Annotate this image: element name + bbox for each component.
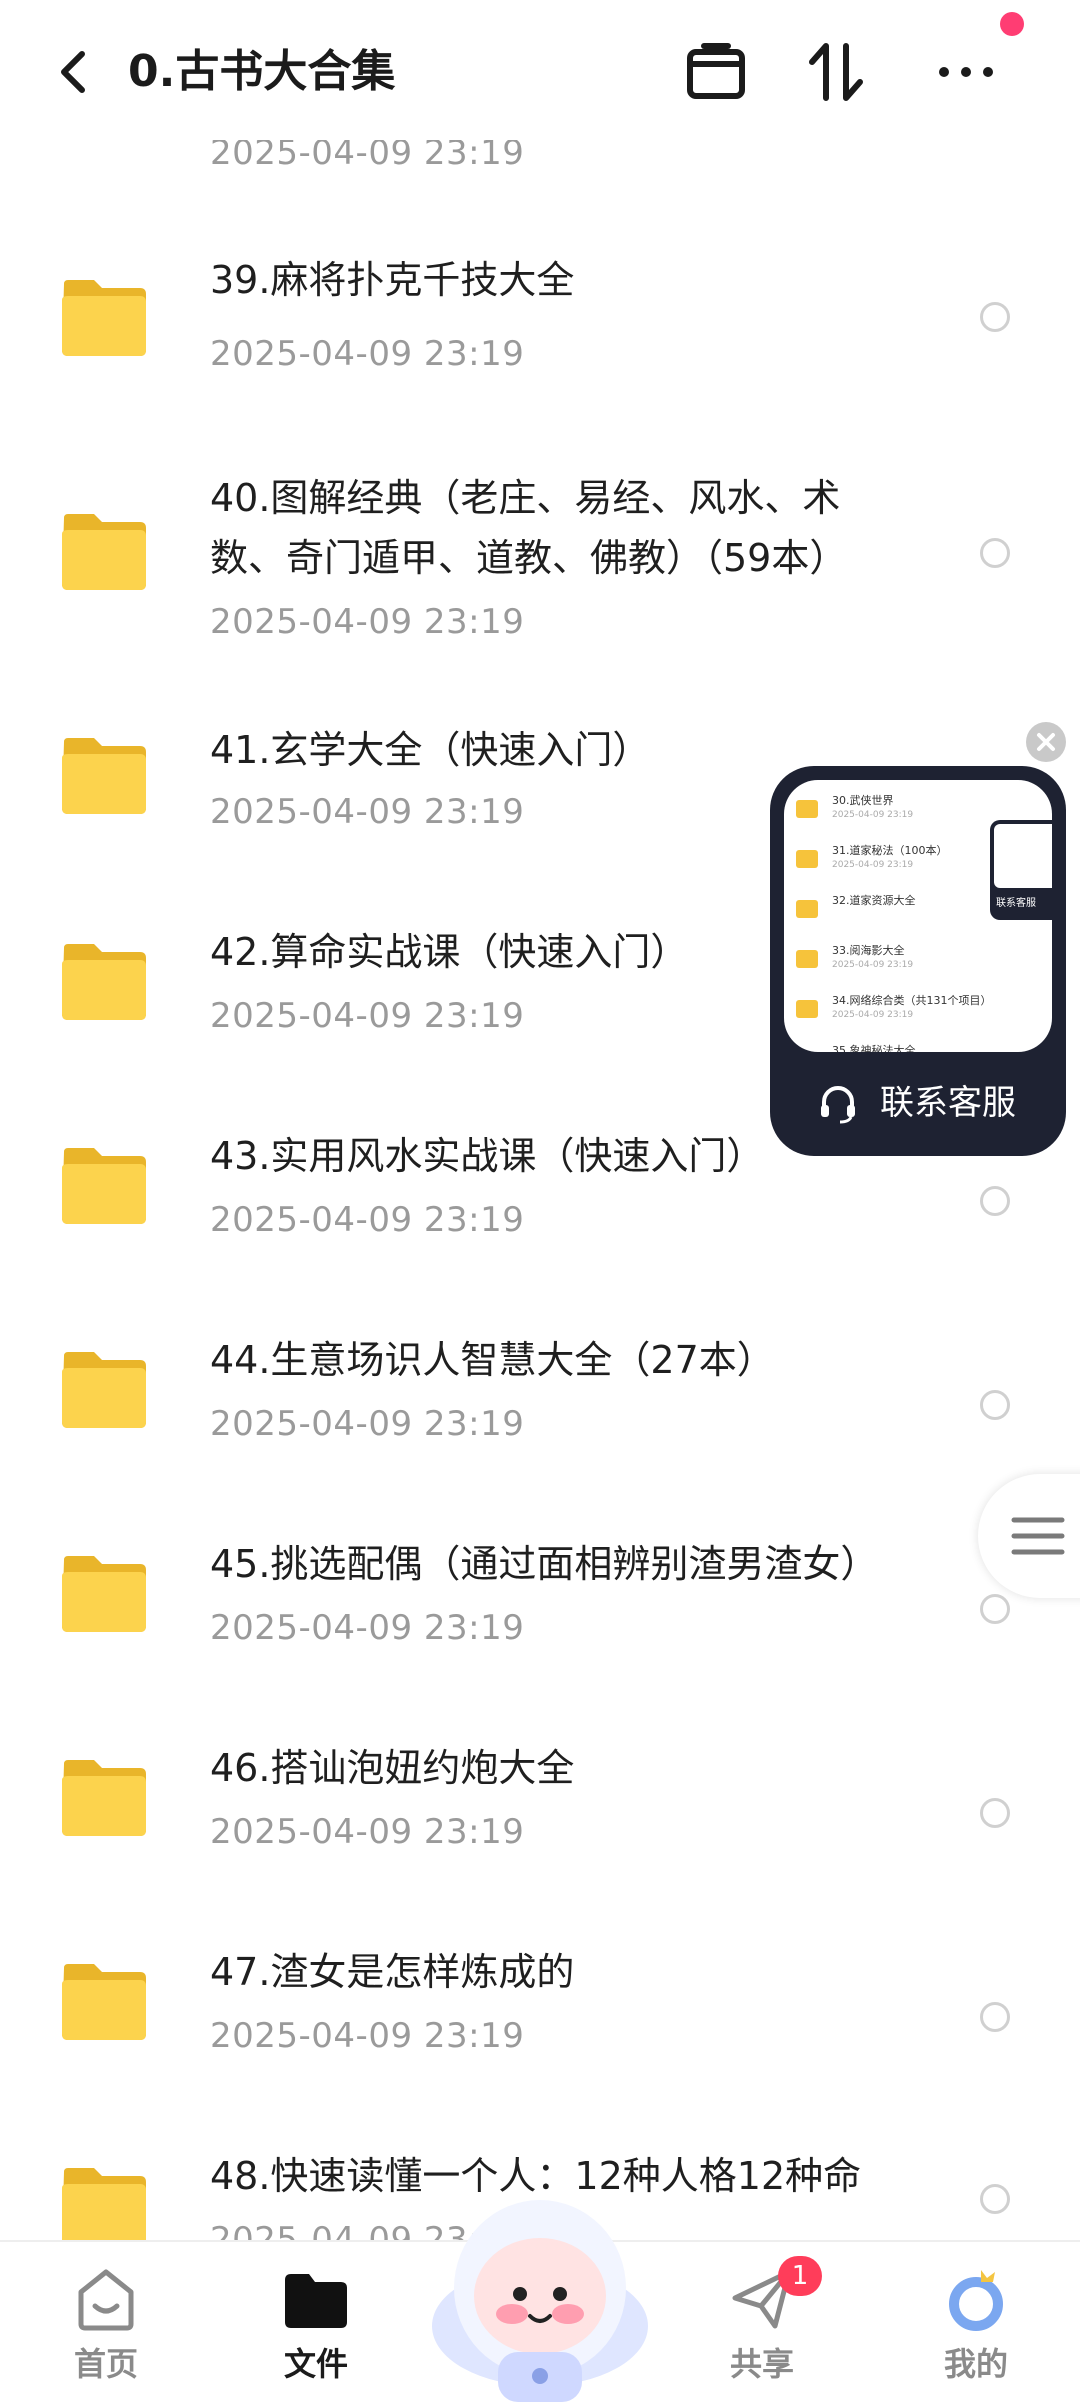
folder-icon xyxy=(796,950,818,968)
item-name: 46.搭讪泡妞约炮大全 xyxy=(210,1746,575,1790)
item-name: 39.麻将扑克千技大全 xyxy=(210,258,575,302)
folder-icon xyxy=(796,800,818,818)
mini-list-item: 35.象神秘法大全 xyxy=(784,1036,1052,1052)
mini-date: 2025-04-09 23:19 xyxy=(832,810,914,820)
list-item[interactable]: 47.渣女是怎样炼成的 2025-04-09 23:19 xyxy=(0,1942,1080,2142)
notification-dot xyxy=(1000,12,1024,36)
chevron-left-icon[interactable] xyxy=(48,40,96,104)
mini-date: 2025-04-09 23:19 xyxy=(832,1010,914,1020)
item-date: 2025-04-09 23:19 xyxy=(210,602,525,642)
mini-date: 2025-04-09 23:19 xyxy=(832,860,914,870)
select-radio[interactable] xyxy=(980,1594,1010,1624)
folder-icon xyxy=(62,2168,146,2240)
share-badge: 1 xyxy=(778,2256,822,2296)
item-date: 2025-04-09 23:19 xyxy=(210,2016,525,2056)
mini-list-item: 34.网络综合类（共131个项目） 2025-04-09 23:19 xyxy=(784,986,1052,1040)
archive-box-icon[interactable] xyxy=(680,40,752,104)
folder-icon xyxy=(796,850,818,868)
folder-icon xyxy=(62,1352,146,1428)
folder-icon xyxy=(62,1148,146,1224)
select-radio[interactable] xyxy=(980,302,1010,332)
nav-profile[interactable]: 我的 xyxy=(896,2242,1056,2404)
folder-icon xyxy=(62,944,146,1020)
list-item[interactable]: 39.麻将扑克千技大全 2025-04-09 23:19 xyxy=(0,250,1080,450)
select-radio[interactable] xyxy=(980,1798,1010,1828)
select-radio[interactable] xyxy=(980,1186,1010,1216)
home-face-icon xyxy=(78,2269,134,2331)
folder-icon xyxy=(62,1556,146,1632)
folder-icon xyxy=(62,1964,146,2040)
item-name: 40.图解经典（老庄、易经、风水、术数、奇门遁甲、道教、佛教）（59本） xyxy=(210,476,848,580)
mascot-assistant-button[interactable] xyxy=(428,2176,652,2402)
sort-arrows-icon[interactable] xyxy=(802,40,874,104)
menu-lines-icon xyxy=(1011,1517,1065,1555)
select-radio[interactable] xyxy=(980,1390,1010,1420)
item-date: 2025-04-09 23:19 xyxy=(210,792,525,832)
more-dots-icon[interactable] xyxy=(930,40,1002,104)
mini-title: 32.道家资源大全 xyxy=(832,894,916,907)
mini-title: 34.网络综合类（共131个项目） xyxy=(832,994,992,1007)
select-radio[interactable] xyxy=(980,2184,1010,2214)
top-app-bar: 0.古书大合集 xyxy=(0,0,1080,140)
mini-title: 35.象神秘法大全 xyxy=(832,1044,916,1052)
list-item[interactable]: 43.实用风水实战课（快速入门） 2025-04-09 23:19 xyxy=(0,1126,1080,1326)
mini-title: 31.道家秘法（100本） xyxy=(832,844,948,857)
nav-home[interactable]: 首页 xyxy=(26,2242,186,2404)
nav-label: 我的 xyxy=(943,2345,1008,2383)
item-date: 2025-04-09 23:19 xyxy=(210,1812,525,1852)
list-item[interactable]: 45.挑选配偶（通过面相辨别渣男渣女） 2025-04-09 23:19 xyxy=(0,1534,1080,1734)
list-item[interactable]: 40.图解经典（老庄、易经、风水、术数、奇门遁甲、道教、佛教）（59本） 202… xyxy=(0,468,1080,668)
mini-date: 2025-04-09 23:19 xyxy=(832,960,914,970)
close-icon xyxy=(1037,733,1055,751)
mini-title: 30.武侠世界 xyxy=(832,794,894,807)
select-radio[interactable] xyxy=(980,2002,1010,2032)
contact-service-label: 联系客服 xyxy=(880,1083,1016,1123)
item-name: 44.生意场识人智慧大全（27本） xyxy=(210,1338,775,1382)
nav-label: 共享 xyxy=(729,2345,794,2383)
cs-thumbnail: 联系客服 xyxy=(990,820,1052,920)
item-name: 47.渣女是怎样炼成的 xyxy=(210,1950,575,1994)
nav-label: 文件 xyxy=(283,2345,348,2383)
item-date: 2025-04-09 23:19 xyxy=(210,334,525,374)
item-date: 2025-04-09 23:19 xyxy=(210,996,525,1036)
folder-icon xyxy=(62,514,146,590)
nav-label: 首页 xyxy=(73,2345,138,2383)
cs-preview-screen: 30.武侠世界 2025-04-09 23:19 31.道家秘法（100本） 2… xyxy=(784,780,1052,1052)
folder-icon xyxy=(62,738,146,814)
folder-icon xyxy=(285,2274,347,2328)
folder-icon xyxy=(62,1760,146,1836)
folder-icon xyxy=(62,280,146,356)
folder-icon xyxy=(796,900,818,918)
item-date: 2025-04-09 23:19 xyxy=(210,1608,525,1648)
page-title: 0.古书大合集 xyxy=(128,46,396,97)
profile-ring-icon xyxy=(949,2270,1003,2331)
nav-files[interactable]: 文件 xyxy=(236,2242,396,2404)
mini-title: 33.阅海影大全 xyxy=(832,944,905,957)
list-item[interactable]: 46.搭讪泡妞约炮大全 2025-04-09 23:19 xyxy=(0,1738,1080,1938)
headset-icon xyxy=(821,1086,855,1124)
customer-service-widget[interactable]: 30.武侠世界 2025-04-09 23:19 31.道家秘法（100本） 2… xyxy=(770,766,1066,1156)
cs-thumb-label: 联系客服 xyxy=(996,898,1036,909)
folder-icon xyxy=(796,1000,818,1018)
item-name: 45.挑选配偶（通过面相辨别渣男渣女） xyxy=(210,1542,879,1586)
select-radio[interactable] xyxy=(980,538,1010,568)
item-date: 2025-04-09 23:19 xyxy=(210,1404,525,1444)
close-float-button[interactable] xyxy=(1026,722,1066,762)
item-date: 2025-04-09 23:19 xyxy=(210,1200,525,1240)
list-item[interactable]: 44.生意场识人智慧大全（27本） 2025-04-09 23:19 xyxy=(0,1330,1080,1530)
mini-list-item: 33.阅海影大全 2025-04-09 23:19 xyxy=(784,936,1052,990)
